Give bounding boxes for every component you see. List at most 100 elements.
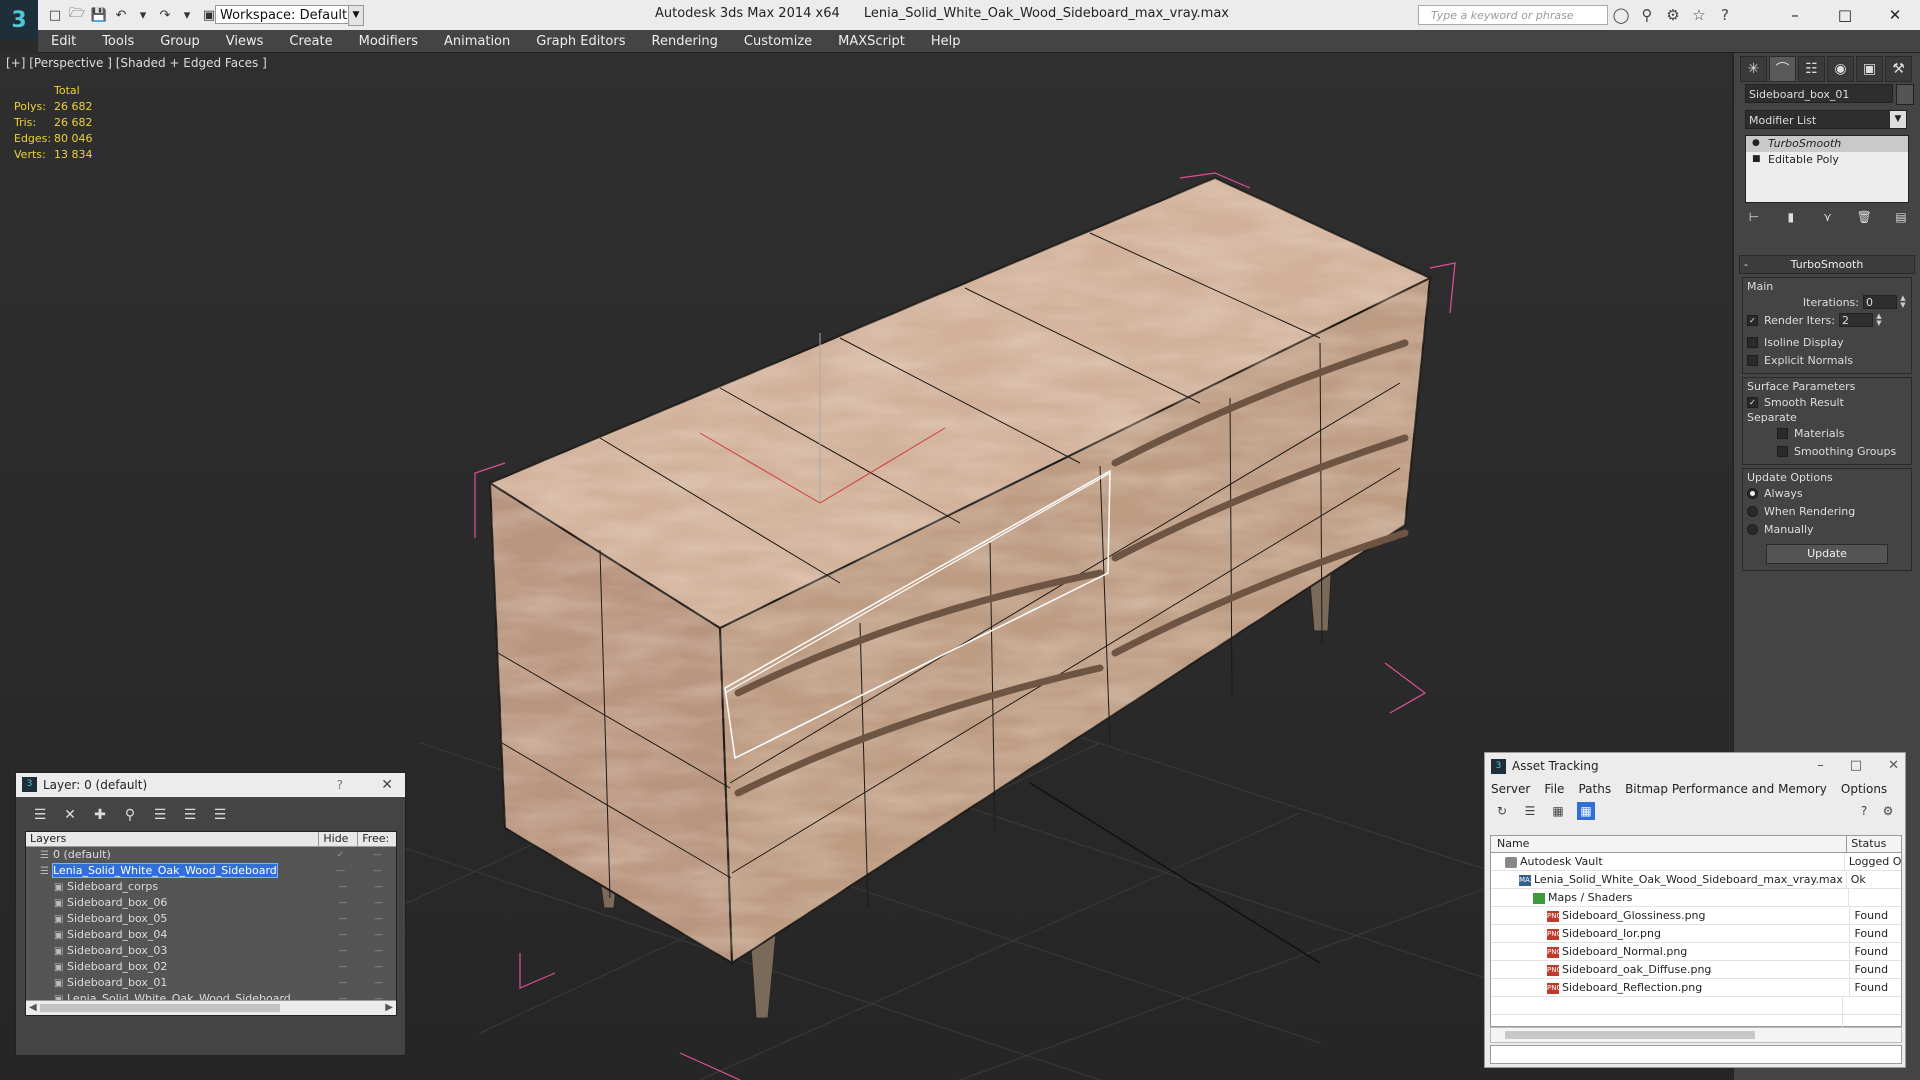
modify-tab-icon[interactable]: ⌒ — [1769, 56, 1796, 82]
smoothing-groups-checkbox[interactable] — [1777, 445, 1788, 457]
render-iters-spinner[interactable]: 2 — [1838, 313, 1873, 327]
layer-row[interactable]: ▣ Sideboard_box_06— — — [26, 895, 396, 911]
menu-item-views[interactable]: Views — [213, 34, 277, 49]
horizontal-scrollbar[interactable]: ◀ ▶ — [26, 1000, 396, 1015]
menu-item-animation[interactable]: Animation — [431, 34, 523, 49]
menu-item-rendering[interactable]: Rendering — [639, 34, 731, 49]
communication-icon[interactable]: ⚙ — [1664, 6, 1682, 24]
favorites-star-icon[interactable]: ☆ — [1690, 6, 1708, 24]
workspace-select[interactable]: Workspace: Default ▼ — [215, 5, 364, 26]
delete-layer-icon[interactable]: ✕ — [60, 805, 80, 825]
layer-row[interactable]: ☰ 0 (default) ✓ — — [26, 847, 396, 863]
smooth-result-checkbox[interactable]: ✓ — [1747, 396, 1758, 408]
scroll-thumb[interactable] — [40, 1004, 280, 1012]
redo-dropdown-icon[interactable]: ▾ — [178, 6, 196, 24]
asset-row[interactable]: PNGSideboard_oak_Diffuse.png Found — [1491, 961, 1901, 979]
menu-item-group[interactable]: Group — [147, 34, 213, 49]
menu-item-graph-editors[interactable]: Graph Editors — [523, 34, 638, 49]
update-button[interactable]: Update — [1766, 544, 1888, 564]
maximize-icon[interactable]: □ — [1850, 753, 1862, 779]
always-radio[interactable] — [1747, 487, 1758, 499]
asset-menu-item[interactable]: Bitmap Performance and Memory — [1625, 779, 1827, 799]
asset-row[interactable]: PNGSideboard_Reflection.png Found — [1491, 979, 1901, 997]
select-layer-icon[interactable]: ☰ — [150, 805, 170, 825]
layer-row[interactable]: ▣ Sideboard_box_01— — — [26, 975, 396, 991]
menu-item-help[interactable]: Help — [918, 34, 974, 49]
object-name-field[interactable]: Sideboard_box_01 — [1745, 84, 1893, 103]
menu-item-create[interactable]: Create — [276, 34, 345, 49]
asset-row[interactable]: Autodesk Vault Logged O — [1491, 853, 1901, 871]
asset-menu-item[interactable]: Options — [1841, 779, 1887, 799]
search-input[interactable]: Type a keyword or phrase — [1418, 5, 1608, 25]
horizontal-scrollbar[interactable] — [1490, 1027, 1902, 1043]
asset-menu-item[interactable]: File — [1544, 779, 1564, 799]
asset-row[interactable]: Maps / Shaders — [1491, 889, 1901, 907]
modifier-stack-item[interactable]: ● TurboSmooth — [1746, 136, 1908, 152]
layer-row[interactable]: ▣ Sideboard_box_02— — — [26, 959, 396, 975]
utilities-tab-icon[interactable]: ⚒ — [1885, 56, 1912, 82]
chevron-down-icon[interactable]: ▼ — [1890, 111, 1906, 128]
undo-dropdown-icon[interactable]: ▾ — [134, 6, 152, 24]
asset-menu-item[interactable]: Server — [1491, 779, 1530, 799]
modifier-list-dropdown[interactable]: Modifier List ▼ — [1745, 110, 1907, 129]
object-color-swatch[interactable] — [1896, 84, 1914, 105]
layer-row[interactable]: ▣ Sideboard_corps — — — [26, 879, 396, 895]
motion-tab-icon[interactable]: ◉ — [1827, 56, 1854, 82]
materials-checkbox[interactable] — [1777, 427, 1788, 439]
asset-row[interactable]: PNGSideboard_Glossiness.png Found — [1491, 907, 1901, 925]
asset-row[interactable]: PNGSideboard_Ior.png Found — [1491, 925, 1901, 943]
column-header[interactable]: Status — [1847, 836, 1901, 852]
hide-toggle-icon[interactable]: — — [325, 879, 361, 895]
add-to-layer-icon[interactable]: ✚ — [90, 805, 110, 825]
asset-menu-item[interactable]: Paths — [1578, 779, 1611, 799]
hide-toggle-icon[interactable]: — — [325, 959, 361, 975]
binoculars-icon[interactable]: ◯ — [1612, 6, 1630, 24]
close-icon[interactable]: ✕ — [381, 773, 393, 797]
layer-row[interactable]: ☰ Lenia_Solid_White_Oak_Wood_Sideboard — — — [26, 863, 396, 879]
display-tab-icon[interactable]: ▣ — [1856, 56, 1883, 82]
hide-toggle-icon[interactable]: — — [322, 863, 359, 879]
hide-all-layers-icon[interactable]: ☰ — [210, 805, 230, 825]
explicit-normals-checkbox[interactable] — [1747, 354, 1758, 366]
isoline-checkbox[interactable] — [1747, 336, 1758, 348]
create-tab-icon[interactable]: ✳ — [1740, 56, 1767, 82]
layer-row[interactable]: ▣ Sideboard_box_05— — — [26, 911, 396, 927]
pin-stack-icon[interactable]: ⊢ — [1745, 208, 1763, 226]
freeze-toggle-icon[interactable]: — — [361, 959, 397, 975]
scroll-right-icon[interactable]: ▶ — [385, 1001, 393, 1015]
table-view-icon[interactable]: ▦ — [1577, 802, 1595, 820]
menu-item-customize[interactable]: Customize — [731, 34, 825, 49]
column-header[interactable]: Free: — [358, 832, 396, 846]
subscription-icon[interactable]: ⚲ — [1638, 6, 1656, 24]
spinner-arrows-icon[interactable]: ▲ ▼ — [1875, 313, 1883, 327]
asset-tracking-titlebar[interactable]: 3 Asset Tracking – □ ✕ — [1485, 753, 1905, 779]
show-end-result-icon[interactable]: ▮ — [1782, 208, 1800, 226]
freeze-toggle-icon[interactable]: — — [359, 863, 396, 879]
column-header[interactable]: Layers — [26, 832, 320, 846]
column-header[interactable]: Name — [1491, 836, 1848, 852]
help-icon[interactable]: ? — [1855, 802, 1873, 820]
close-icon[interactable]: ✕ — [1888, 753, 1899, 779]
app-logo-icon[interactable]: 3 — [0, 0, 38, 40]
menu-item-tools[interactable]: Tools — [89, 34, 147, 49]
make-unique-icon[interactable]: ⋎ — [1819, 208, 1837, 226]
menu-item-maxscript[interactable]: MAXScript — [825, 34, 918, 49]
minimize-icon[interactable]: – — [1770, 0, 1820, 30]
set-current-layer-icon[interactable]: ☰ — [180, 805, 200, 825]
scroll-thumb[interactable] — [1505, 1031, 1755, 1039]
asset-row[interactable]: MAXLenia_Solid_White_Oak_Wood_Sideboard_… — [1491, 871, 1901, 889]
viewport-label[interactable]: [+] [Perspective ] [Shaded + Edged Faces… — [6, 56, 267, 70]
create-layer-icon[interactable]: ☰ — [30, 805, 50, 825]
list-view-icon[interactable]: ☰ — [1521, 802, 1539, 820]
hide-toggle-icon[interactable]: — — [325, 943, 361, 959]
chevron-down-icon[interactable]: ▼ — [348, 5, 364, 26]
redo-icon[interactable]: ↷ — [156, 6, 174, 24]
help-icon[interactable]: ? — [1716, 6, 1734, 24]
freeze-toggle-icon[interactable]: — — [361, 943, 397, 959]
freeze-toggle-icon[interactable]: — — [361, 895, 397, 911]
menu-item-edit[interactable]: Edit — [38, 34, 89, 49]
minimize-icon[interactable]: – — [1817, 753, 1824, 779]
rollout-header[interactable]: - TurboSmooth — [1739, 255, 1915, 274]
layer-row[interactable]: ▣ Sideboard_box_04— — — [26, 927, 396, 943]
manually-radio[interactable] — [1747, 523, 1758, 535]
